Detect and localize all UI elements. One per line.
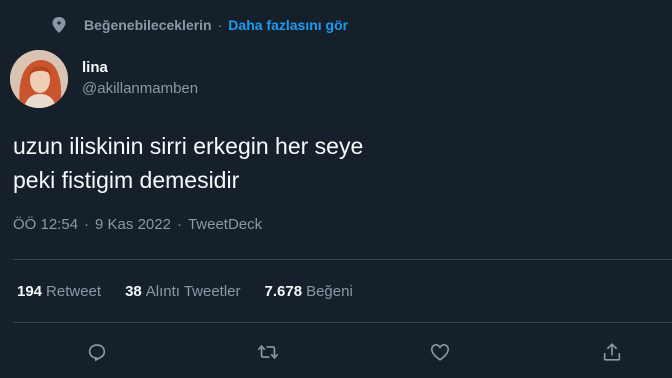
meta-separator: · <box>84 216 90 233</box>
retweet-button[interactable] <box>254 338 282 366</box>
reply-icon <box>88 344 106 361</box>
tweet-detail: Beğenebileceklerin · Daha fazlasını gör … <box>0 0 672 378</box>
stat-count: 194 <box>17 283 43 300</box>
tweet-meta: ÖÖ 12:54 · 9 Kas 2022 · TweetDeck <box>13 216 262 233</box>
context-label: Beğenebileceklerin <box>84 17 212 33</box>
like-count-stat[interactable]: 7.678 Beğeni <box>265 283 353 300</box>
tweet-date[interactable]: 9 Kas 2022 <box>95 216 171 233</box>
share-icon <box>603 343 621 361</box>
context-separator: · <box>217 17 223 33</box>
retweet-icon <box>258 345 278 359</box>
quote-count-stat[interactable]: 38 Alıntı Tweetler <box>125 283 240 300</box>
reply-button[interactable] <box>83 338 111 366</box>
divider <box>13 322 672 323</box>
stat-count: 7.678 <box>264 283 303 300</box>
tweet-time[interactable]: ÖÖ 12:54 <box>13 216 78 233</box>
author-row[interactable]: lina @akillanmamben <box>10 50 198 108</box>
like-icon <box>430 344 450 361</box>
action-bar <box>0 338 672 366</box>
tweet-text: uzun iliskinin sirri erkegin her seye pe… <box>13 129 653 197</box>
engagement-stats: 194 Retweet 38 Alıntı Tweetler 7.678 Beğ… <box>17 283 377 300</box>
tweet-source[interactable]: TweetDeck <box>188 216 262 233</box>
meta-separator: · <box>176 216 182 233</box>
retweet-count-stat[interactable]: 194 Retweet <box>17 283 101 300</box>
user-handle[interactable]: @akillanmamben <box>82 78 198 100</box>
share-button[interactable] <box>598 338 626 366</box>
tweet-text-line: peki fistigim demesidir <box>13 167 240 193</box>
profile-avatar[interactable] <box>10 50 68 108</box>
divider <box>13 259 672 260</box>
social-context: Beğenebileceklerin · Daha fazlasını gör <box>50 14 348 36</box>
sparkle-pin-icon <box>50 16 68 34</box>
stat-label: Beğeni <box>306 283 353 300</box>
stat-count: 38 <box>125 283 142 300</box>
see-more-link[interactable]: Daha fazlasını gör <box>228 17 348 33</box>
tweet-text-line: uzun iliskinin sirri erkegin her seye <box>13 133 364 159</box>
stat-label: Retweet <box>46 283 102 300</box>
like-button[interactable] <box>426 338 454 366</box>
display-name[interactable]: lina <box>82 58 198 78</box>
stat-label: Alıntı Tweetler <box>145 283 241 300</box>
